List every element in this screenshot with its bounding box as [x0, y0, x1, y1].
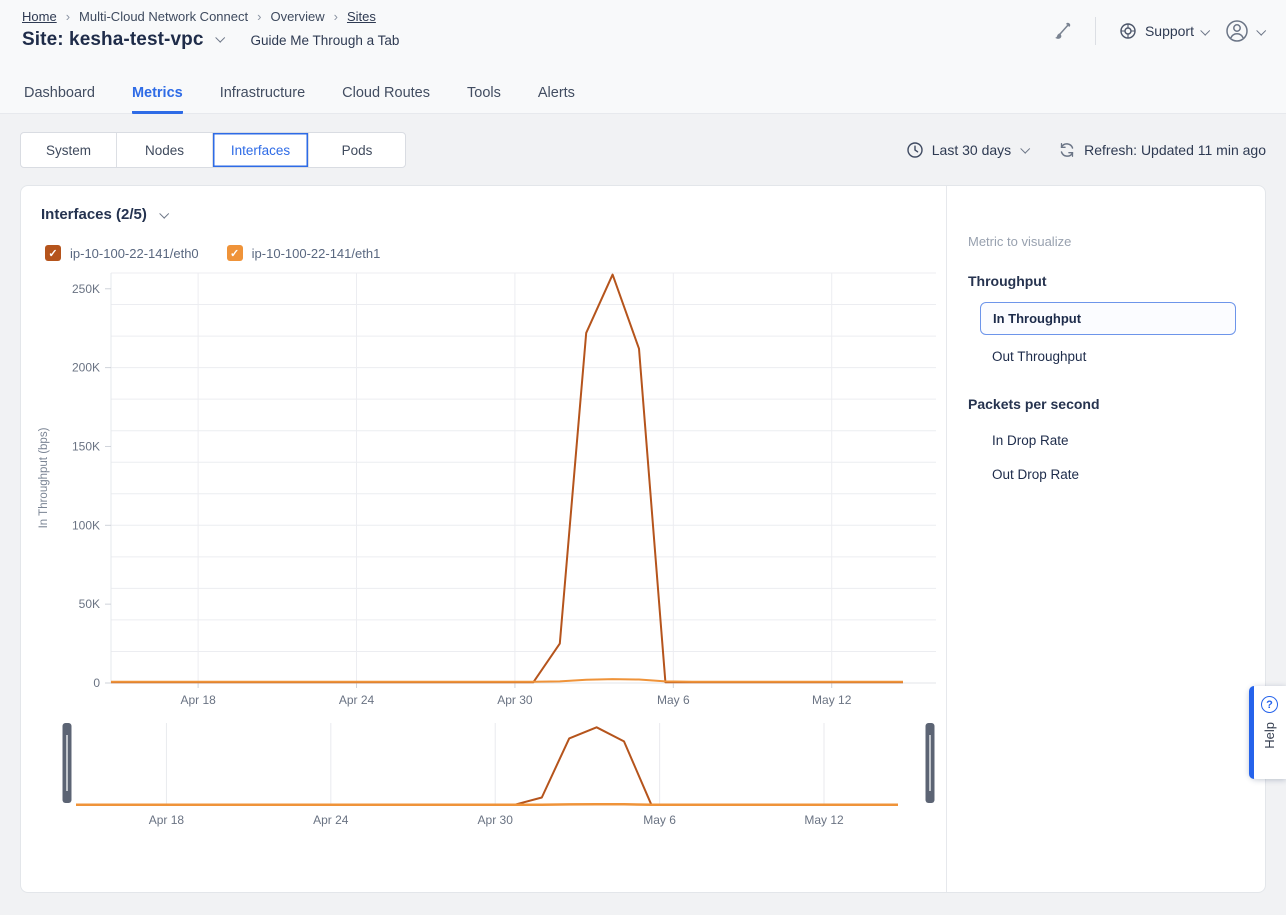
theme-paintbrush-icon[interactable] — [1051, 20, 1073, 42]
breadcrumb-overview[interactable]: Overview — [270, 9, 324, 24]
svg-text:250K: 250K — [72, 282, 100, 296]
view-tab-system[interactable]: System — [21, 133, 117, 167]
title-row: Site: kesha-test-vpc Guide Me Through a … — [22, 29, 399, 51]
support-menu[interactable]: Support — [1118, 21, 1208, 41]
account-menu[interactable] — [1224, 18, 1264, 44]
throughput-line-chart: Apr 18 Apr 24 Apr 30 May 6 May 12 0 50K 100K 150… — [31, 263, 938, 711]
svg-text:Apr 24: Apr 24 — [339, 693, 375, 707]
svg-text:0: 0 — [93, 676, 100, 690]
card-header[interactable]: Interfaces (2/5) — [41, 206, 167, 223]
metric-group-pps: Packets per second In Drop Rate Out Drop… — [968, 396, 1245, 490]
refresh-icon — [1058, 141, 1076, 159]
eth0-label: ip-10-100-22-141/eth0 — [70, 246, 199, 261]
breadcrumb-separator: › — [257, 9, 261, 24]
view-switcher: System Nodes Interfaces Pods — [20, 132, 406, 168]
support-chevron-down-icon — [1200, 25, 1210, 35]
time-range-chevron-down-icon — [1020, 143, 1030, 153]
refresh-control[interactable]: Refresh: Updated 11 min ago — [1058, 141, 1266, 159]
svg-text:Apr 30: Apr 30 — [497, 693, 533, 707]
page-title: Site: kesha-test-vpc — [22, 29, 204, 51]
svg-text:May 6: May 6 — [657, 693, 690, 707]
svg-text:150K: 150K — [72, 439, 100, 453]
group-title-throughput: Throughput — [968, 273, 1245, 289]
header-divider — [1095, 17, 1096, 45]
view-tab-interfaces[interactable]: Interfaces — [213, 133, 309, 167]
chart-legend: ✓ ip-10-100-22-141/eth0 ✓ ip-10-100-22-1… — [45, 245, 380, 261]
metrics-page: Home › Multi-Cloud Network Connect › Ove… — [0, 0, 1286, 915]
svg-text:Apr 24: Apr 24 — [313, 813, 349, 827]
tab-metrics[interactable]: Metrics — [132, 74, 183, 114]
interfaces-card: Interfaces (2/5) ✓ ip-10-100-22-141/eth0… — [20, 185, 1266, 893]
breadcrumb-service[interactable]: Multi-Cloud Network Connect — [79, 9, 248, 24]
tab-infrastructure[interactable]: Infrastructure — [220, 74, 305, 114]
help-tab[interactable]: ? Help — [1249, 686, 1286, 779]
svg-text:Apr 18: Apr 18 — [180, 693, 216, 707]
help-label: Help — [1262, 722, 1277, 749]
svg-text:50K: 50K — [79, 597, 100, 611]
support-lifebuoy-icon — [1118, 21, 1138, 41]
clock-icon — [906, 141, 924, 159]
help-question-icon: ? — [1261, 696, 1278, 713]
tab-tools[interactable]: Tools — [467, 74, 501, 114]
svg-text:100K: 100K — [72, 518, 100, 532]
eth1-label: ip-10-100-22-141/eth1 — [252, 246, 381, 261]
account-chevron-down-icon — [1256, 25, 1266, 35]
app-header: Home › Multi-Cloud Network Connect › Ove… — [0, 0, 1286, 114]
legend-item-eth0[interactable]: ✓ ip-10-100-22-141/eth0 — [45, 245, 199, 261]
breadcrumb-sites[interactable]: Sites — [347, 9, 376, 24]
tab-cloud-routes[interactable]: Cloud Routes — [342, 74, 430, 114]
breadcrumb-home[interactable]: Home — [22, 9, 57, 24]
group-title-pps: Packets per second — [968, 396, 1245, 412]
legend-item-eth1[interactable]: ✓ ip-10-100-22-141/eth1 — [227, 245, 381, 261]
time-range-label: Last 30 days — [932, 142, 1011, 158]
svg-text:200K: 200K — [72, 361, 100, 375]
header-actions: Support — [1051, 16, 1264, 46]
user-avatar-icon — [1224, 18, 1250, 44]
time-range-selector[interactable]: Last 30 days — [906, 141, 1028, 159]
card-title: Interfaces (2/5) — [41, 206, 147, 223]
chart-brush-minimap[interactable]: Apr 18 Apr 24 Apr 30 May 6 May 12 — [31, 721, 938, 833]
view-tab-nodes[interactable]: Nodes — [117, 133, 213, 167]
eth1-checkbox[interactable]: ✓ — [227, 245, 243, 261]
breadcrumb: Home › Multi-Cloud Network Connect › Ove… — [22, 9, 376, 24]
svg-text:May 12: May 12 — [812, 693, 852, 707]
view-tab-pods[interactable]: Pods — [309, 133, 405, 167]
metric-option-out-drop-rate[interactable]: Out Drop Rate — [980, 459, 1245, 490]
svg-text:May 12: May 12 — [804, 813, 844, 827]
tab-dashboard[interactable]: Dashboard — [24, 74, 95, 114]
support-label: Support — [1145, 23, 1194, 39]
metrics-toolbar: System Nodes Interfaces Pods Last 30 day… — [20, 132, 1266, 168]
guide-me-link[interactable]: Guide Me Through a Tab — [251, 33, 400, 48]
toolbar-right: Last 30 days Refresh: Updated 11 min ago — [906, 141, 1266, 159]
svg-text:Apr 18: Apr 18 — [149, 813, 185, 827]
metric-option-out-throughput[interactable]: Out Throughput — [980, 341, 1245, 372]
card-collapse-chevron-down-icon[interactable] — [159, 209, 169, 219]
metric-option-in-drop-rate[interactable]: In Drop Rate — [980, 425, 1245, 456]
refresh-label: Refresh: Updated 11 min ago — [1084, 142, 1266, 158]
site-selector-chevron-down-icon[interactable] — [215, 33, 225, 43]
svg-text:Apr 30: Apr 30 — [478, 813, 514, 827]
metric-group-throughput: Throughput In Throughput Out Throughput — [968, 273, 1245, 372]
breadcrumb-separator: › — [334, 9, 338, 24]
svg-text:In Throughput (bps): In Throughput (bps) — [38, 427, 50, 528]
metric-option-in-throughput[interactable]: In Throughput — [980, 302, 1236, 335]
breadcrumb-separator: › — [66, 9, 70, 24]
tab-alerts[interactable]: Alerts — [538, 74, 575, 114]
metric-panel-caption: Metric to visualize — [968, 234, 1245, 249]
svg-text:May 6: May 6 — [643, 813, 676, 827]
eth0-checkbox[interactable]: ✓ — [45, 245, 61, 261]
metric-panel: Metric to visualize Throughput In Throug… — [946, 186, 1265, 892]
main-tabs: Dashboard Metrics Infrastructure Cloud R… — [24, 74, 612, 114]
